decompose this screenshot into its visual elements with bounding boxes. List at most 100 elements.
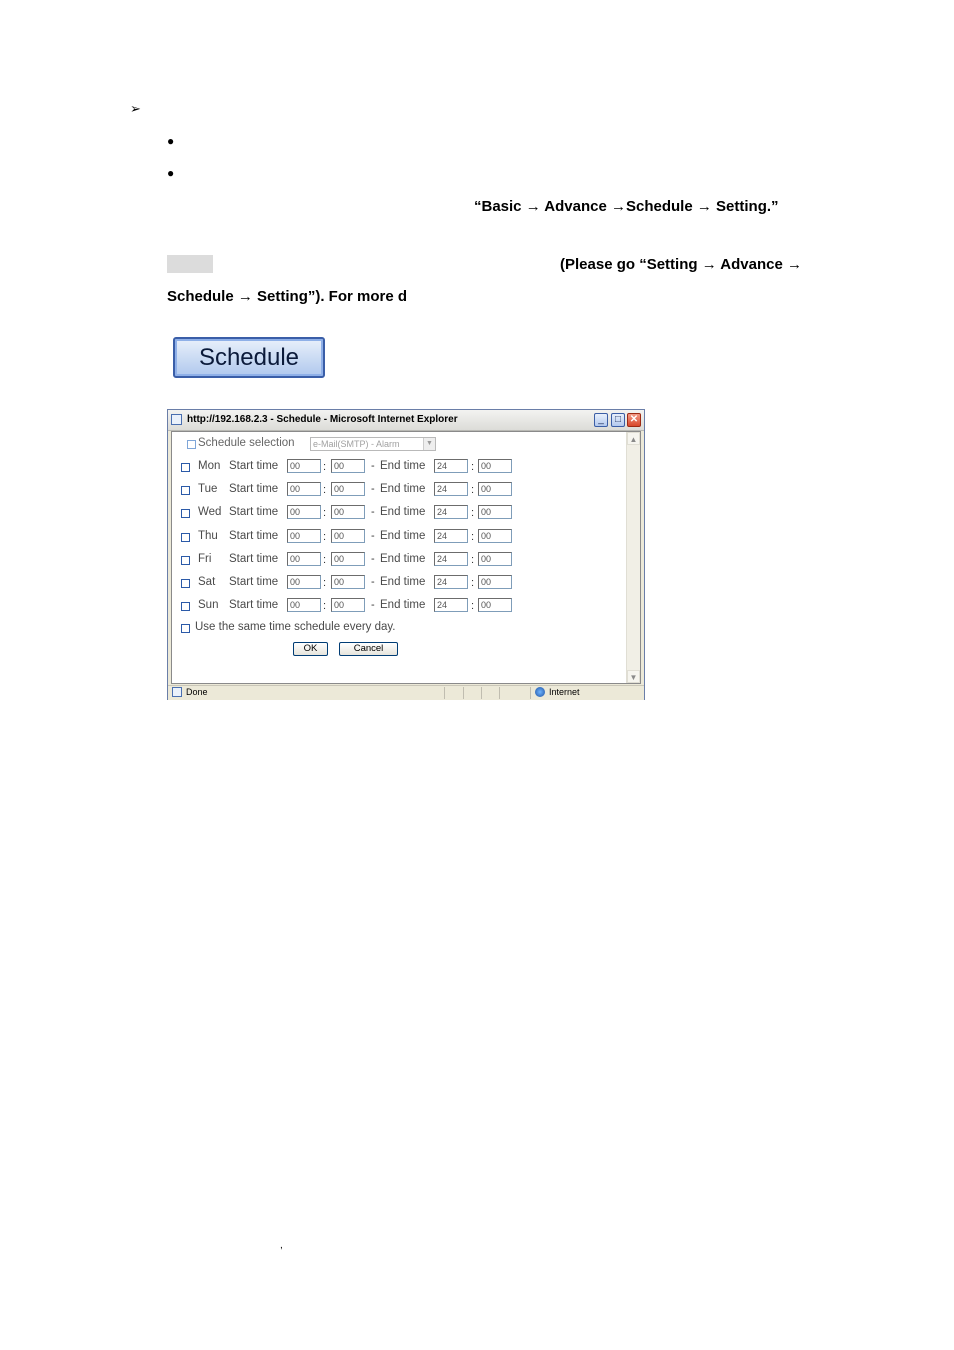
- end-hour-input[interactable]: 24: [434, 459, 468, 473]
- time-colon: :: [323, 600, 327, 613]
- status-divider: [499, 687, 500, 699]
- end-time-label: End time: [380, 483, 426, 496]
- setting-path-text: (Please go “Setting → Advance →: [560, 256, 802, 273]
- time-colon: :: [323, 577, 327, 589]
- start-time-label: Start time: [229, 552, 279, 565]
- status-divider: [481, 687, 482, 699]
- ok-button[interactable]: OK: [293, 642, 328, 656]
- start-hour-input[interactable]: 00: [287, 551, 321, 566]
- end-minute-input[interactable]: 00: [478, 459, 512, 473]
- day-checkbox[interactable]: [181, 602, 190, 612]
- day-checkbox[interactable]: [181, 486, 190, 496]
- scroll-down-icon[interactable]: ▼: [627, 670, 640, 683]
- end-hour-input[interactable]: 24: [434, 575, 468, 589]
- time-colon: :: [471, 577, 475, 589]
- status-bar: Done Internet: [168, 685, 644, 700]
- time-colon: :: [471, 461, 475, 473]
- time-dash: -: [371, 506, 375, 519]
- end-minute-input[interactable]: 00: [478, 575, 512, 589]
- day-checkbox[interactable]: [181, 509, 190, 519]
- end-minute-input[interactable]: 00: [478, 598, 512, 613]
- cancel-button[interactable]: Cancel: [339, 642, 398, 656]
- time-colon: :: [471, 484, 475, 497]
- minimize-button[interactable]: _: [594, 413, 608, 427]
- schedule-selection-checkbox[interactable]: [187, 440, 196, 449]
- end-time-label: End time: [380, 552, 426, 565]
- footer-mark: ,: [280, 1240, 283, 1251]
- day-checkbox[interactable]: [181, 579, 190, 588]
- start-time-label: Start time: [229, 576, 279, 588]
- schedule-selection-label: Schedule selection: [198, 437, 295, 449]
- end-time-label: End time: [380, 576, 426, 588]
- end-minute-input[interactable]: 00: [478, 551, 512, 566]
- time-dash: -: [371, 552, 375, 565]
- time-dash: -: [371, 529, 375, 542]
- end-hour-input[interactable]: 24: [434, 505, 468, 520]
- start-hour-input[interactable]: 00: [287, 505, 321, 520]
- start-hour-input[interactable]: 00: [287, 528, 321, 543]
- ie-page-icon: [171, 414, 182, 425]
- start-time-label: Start time: [229, 506, 279, 519]
- start-minute-input[interactable]: 00: [331, 598, 365, 613]
- end-time-label: End time: [380, 506, 426, 519]
- chevron-down-icon: ▼: [423, 438, 435, 450]
- day-checkbox[interactable]: [181, 532, 190, 542]
- status-text: Done: [186, 687, 208, 697]
- ie-schedule-window: http://192.168.2.3 - Schedule - Microsof…: [167, 409, 645, 700]
- highlight-box: [167, 255, 213, 273]
- same-schedule-label: Use the same time schedule every day.: [195, 621, 396, 633]
- day-label: Tue: [198, 483, 218, 496]
- zone-text: Internet: [549, 687, 580, 697]
- bullet-point: ●: [167, 134, 175, 148]
- start-time-label: Start time: [229, 460, 279, 472]
- end-hour-input[interactable]: 24: [434, 551, 468, 566]
- start-minute-input[interactable]: 00: [331, 505, 365, 520]
- bullet-point: ●: [167, 166, 175, 180]
- start-minute-input[interactable]: 00: [331, 575, 365, 589]
- time-colon: :: [323, 461, 327, 473]
- start-hour-input[interactable]: 00: [287, 482, 321, 497]
- day-checkbox[interactable]: [181, 463, 190, 472]
- end-minute-input[interactable]: 00: [478, 528, 512, 543]
- page-done-icon: [172, 687, 182, 697]
- start-minute-input[interactable]: 00: [331, 551, 365, 566]
- start-hour-input[interactable]: 00: [287, 459, 321, 473]
- status-divider: [463, 687, 464, 699]
- day-checkbox[interactable]: [181, 555, 190, 565]
- vertical-scrollbar[interactable]: ▲ ▼: [626, 432, 640, 683]
- end-minute-input[interactable]: 00: [478, 482, 512, 497]
- end-hour-input[interactable]: 24: [434, 482, 468, 497]
- end-time-label: End time: [380, 529, 426, 542]
- time-colon: :: [471, 600, 475, 613]
- end-minute-input[interactable]: 00: [478, 505, 512, 520]
- status-divider: [444, 687, 445, 699]
- start-time-label: Start time: [229, 599, 279, 612]
- globe-icon: [535, 687, 545, 697]
- scroll-up-icon[interactable]: ▲: [627, 432, 640, 445]
- end-hour-input[interactable]: 24: [434, 528, 468, 543]
- same-schedule-checkbox[interactable]: [181, 624, 190, 633]
- start-hour-input[interactable]: 00: [287, 575, 321, 589]
- setting-path-text-cont: Schedule → Setting”). For more d: [167, 288, 408, 305]
- schedule-selection-value: e-Mail(SMTP) - Alarm: [313, 439, 400, 449]
- basic-path-text: “Basic → Advance →Schedule → Setting.”: [474, 198, 779, 215]
- end-time-label: End time: [380, 599, 426, 612]
- end-hour-input[interactable]: 24: [434, 598, 468, 613]
- time-colon: :: [323, 553, 327, 566]
- start-minute-input[interactable]: 00: [331, 482, 365, 497]
- start-minute-input[interactable]: 00: [331, 459, 365, 473]
- time-colon: :: [323, 530, 327, 543]
- time-dash: -: [371, 483, 375, 496]
- day-label: Thu: [198, 529, 218, 542]
- maximize-button[interactable]: □: [611, 413, 625, 427]
- schedule-button[interactable]: Schedule: [173, 337, 325, 378]
- time-colon: :: [471, 553, 475, 566]
- start-hour-input[interactable]: 00: [287, 598, 321, 613]
- schedule-selection-dropdown[interactable]: e-Mail(SMTP) - Alarm ▼: [310, 437, 436, 451]
- time-colon: :: [471, 530, 475, 543]
- end-time-label: End time: [380, 460, 426, 472]
- start-minute-input[interactable]: 00: [331, 528, 365, 543]
- start-time-label: Start time: [229, 483, 279, 496]
- close-button[interactable]: ✕: [627, 413, 641, 427]
- status-divider: [530, 687, 531, 699]
